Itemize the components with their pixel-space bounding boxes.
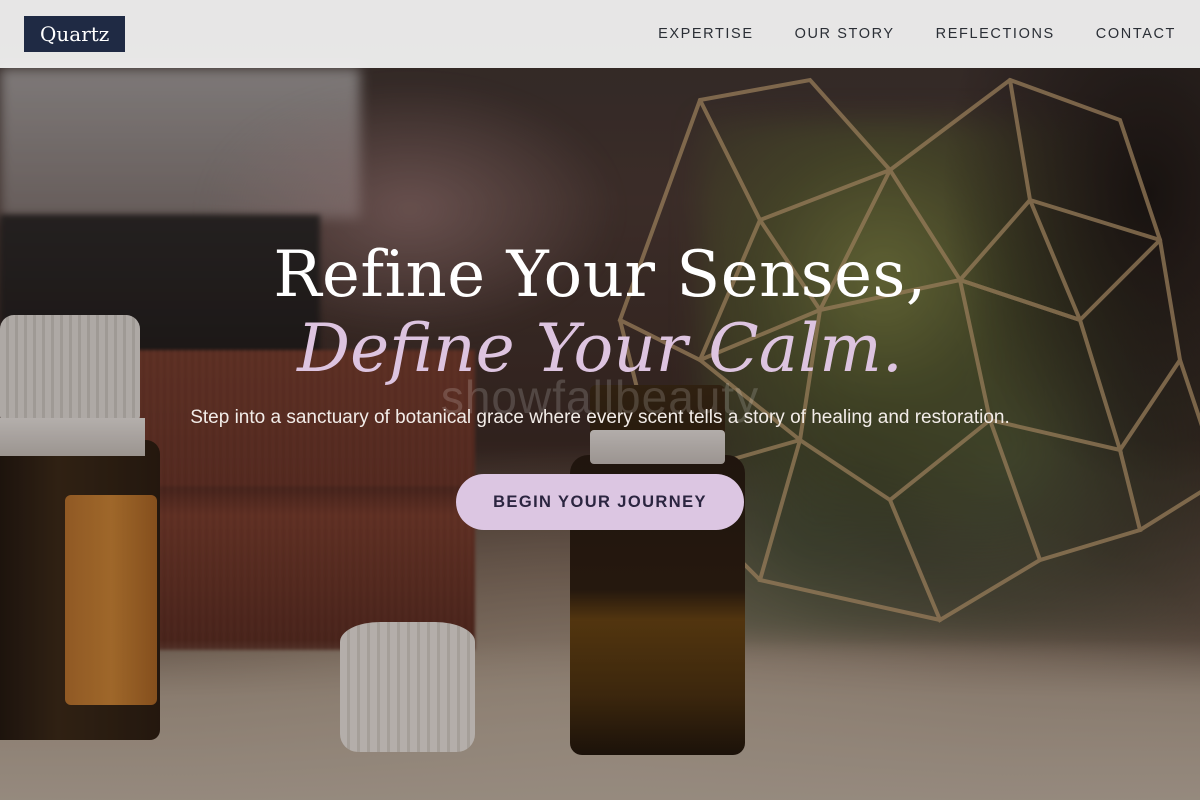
top-navigation: Quartz EXPERTISE OUR STORY REFLECTIONS C… bbox=[0, 0, 1200, 68]
brand-logo[interactable]: Quartz bbox=[24, 16, 126, 52]
hero-headline: Refine Your Senses, Define Your Calm. bbox=[0, 238, 1200, 386]
nav-link-reflections[interactable]: REFLECTIONS bbox=[936, 26, 1055, 42]
headline-primary: Refine Your Senses, bbox=[273, 238, 927, 312]
nav-link-contact[interactable]: CONTACT bbox=[1096, 26, 1176, 42]
landing-page: Quartz EXPERTISE OUR STORY REFLECTIONS C… bbox=[0, 0, 1200, 800]
headline-accent: Define Your Calm. bbox=[297, 310, 903, 387]
nav-link-expertise[interactable]: EXPERTISE bbox=[658, 26, 754, 42]
nav-link-our-story[interactable]: OUR STORY bbox=[795, 26, 895, 42]
hero-subtitle: Step into a sanctuary of botanical grace… bbox=[190, 407, 1010, 428]
begin-journey-button[interactable]: BEGIN YOUR JOURNEY bbox=[456, 474, 744, 530]
nav-menu: EXPERTISE OUR STORY REFLECTIONS CONTACT bbox=[658, 26, 1176, 42]
hero-section: Refine Your Senses, Define Your Calm. sh… bbox=[0, 238, 1200, 530]
